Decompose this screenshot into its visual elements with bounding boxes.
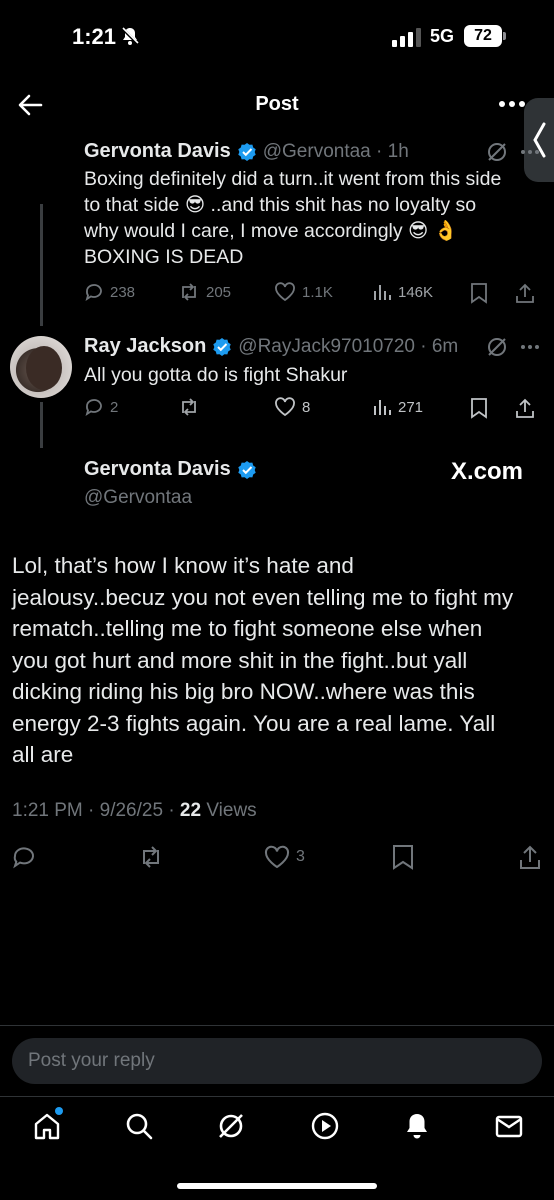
battery-tip: [503, 32, 506, 40]
tweet-line: you got hurt and more shit in the fight.…: [12, 647, 468, 673]
tweet-line: Boxing definitely did a turn..it went fr…: [84, 168, 502, 190]
network-type: 5G: [430, 26, 455, 46]
reply-icon[interactable]: [12, 845, 36, 869]
tweet-line: All you gotta do is fight Shakur: [84, 364, 348, 386]
repost-icon[interactable]: [138, 845, 164, 869]
bookmark-icon[interactable]: [470, 397, 488, 419]
repost-icon: [182, 283, 196, 301]
share-icon[interactable]: [518, 844, 542, 870]
home-icon[interactable]: [32, 1111, 62, 1141]
tweet-more-icon[interactable]: [520, 343, 540, 351]
bottom-tab-bar: [0, 1096, 554, 1200]
thread-line-top: [40, 204, 43, 326]
tweet-actions: 2 8 271: [84, 397, 544, 421]
tweet-line: all are: [12, 742, 74, 767]
tweet-actions: 238 205 1.1K 146K: [84, 282, 544, 306]
tweet-line: Lol, that’s how I know it’s hate and: [12, 553, 354, 578]
repost-button[interactable]: 205: [178, 282, 231, 302]
main-tweet-text: Lol, that’s how I know it’s hate and jea…: [12, 550, 542, 771]
bell-icon[interactable]: [402, 1111, 432, 1141]
views-button[interactable]: 271: [372, 397, 423, 417]
analytics-icon: [374, 400, 391, 415]
tweet-line: jealousy..becuz you not even telling me …: [12, 584, 514, 610]
tweet-text: All you gotta do is fight Shakur: [84, 362, 524, 388]
tweet-timestamp: 1:21 PM · 9/26/25 ·: [12, 800, 180, 821]
more-options-icon[interactable]: [498, 94, 526, 114]
reply-icon: [85, 284, 102, 302]
tweet-more-icon[interactable]: [520, 148, 540, 156]
author-name[interactable]: Ray Jackson: [84, 335, 206, 358]
post-header: Post: [0, 74, 554, 134]
verified-badge-icon: [213, 337, 231, 356]
x-watermark: X.com: [451, 458, 524, 485]
tweet-line: why would I care, I move accordingly 😎 👌: [84, 220, 459, 242]
bell-slash-icon: [120, 26, 140, 46]
reply-button[interactable]: 238: [84, 282, 135, 302]
views-count[interactable]: 22: [180, 800, 201, 821]
heart-icon: [275, 282, 295, 302]
mail-icon[interactable]: [494, 1111, 524, 1141]
thread-line-middle: [40, 402, 43, 448]
heart-icon: [275, 397, 295, 417]
tweet-line: rematch..telling me to fight someone els…: [12, 616, 483, 641]
author-handle[interactable]: @Gervontaa · 1h: [263, 141, 409, 163]
notification-dot: [55, 1107, 63, 1115]
grok-icon[interactable]: [216, 1111, 246, 1141]
tweet-line: dicking riding his big bro NOW..where wa…: [12, 679, 475, 704]
home-indicator: [177, 1183, 377, 1189]
share-icon[interactable]: [514, 282, 536, 304]
reply-icon: [85, 399, 102, 417]
like-count: 8: [302, 398, 311, 416]
repost-button[interactable]: [178, 397, 206, 417]
tweet-line: BOXING IS DEAD: [84, 246, 244, 268]
reply-count: 2: [110, 398, 119, 416]
grok-icon[interactable]: [486, 141, 508, 163]
status-bar: 1:21 5G 72: [0, 0, 554, 74]
bookmark-icon[interactable]: [470, 282, 488, 304]
tweet-text: Boxing definitely did a turn..it went fr…: [84, 166, 524, 270]
main-tweet-header: Gervonta Davis @Gervontaa: [84, 458, 263, 509]
bookmark-icon[interactable]: [392, 844, 414, 870]
reply-input[interactable]: Post your reply: [12, 1038, 542, 1084]
like-button[interactable]: 3: [264, 845, 305, 869]
tweet-header: Ray Jackson @RayJack97010720 · 6m: [84, 335, 458, 358]
share-icon[interactable]: [514, 397, 536, 419]
reply-button[interactable]: 2: [84, 397, 118, 417]
reply-count: 238: [110, 283, 136, 301]
search-icon[interactable]: [124, 1111, 154, 1141]
battery-level: 72: [464, 25, 502, 47]
repost-icon: [182, 398, 196, 416]
views-count: 271: [398, 398, 424, 416]
tweet-line: energy 2-3 fights again. You are a real …: [12, 710, 496, 736]
tweet-meta: 1:21 PM · 9/26/25 · 22 Views: [12, 800, 257, 822]
repost-count: 205: [206, 283, 232, 301]
grok-icon[interactable]: [486, 336, 508, 358]
verified-badge-icon: [238, 460, 256, 479]
analytics-icon: [374, 285, 391, 300]
like-count: 3: [296, 848, 305, 865]
avatar[interactable]: [10, 336, 72, 398]
author-name[interactable]: Gervonta Davis: [84, 140, 231, 163]
main-tweet-actions: 3: [12, 843, 542, 871]
views-label: Views: [201, 800, 257, 821]
like-count: 1.1K: [302, 283, 333, 301]
views-count: 146K: [398, 283, 434, 301]
tweet-line: to that side 😎 ..and this shit has no lo…: [84, 194, 477, 216]
views-button[interactable]: 146K: [372, 282, 433, 302]
play-icon[interactable]: [310, 1111, 340, 1141]
tweet-header: Gervonta Davis @Gervontaa · 1h: [84, 140, 409, 163]
status-time: 1:21: [72, 24, 117, 49]
like-button[interactable]: 1.1K: [274, 282, 333, 302]
side-panel-handle[interactable]: [524, 98, 554, 182]
page-title: Post: [255, 93, 299, 115]
author-handle[interactable]: @Gervontaa: [84, 487, 263, 509]
like-button[interactable]: 8: [274, 397, 310, 417]
signal-icon: [392, 28, 421, 47]
verified-badge-icon: [238, 142, 256, 161]
author-handle[interactable]: @RayJack97010720 · 6m: [238, 336, 458, 358]
author-name[interactable]: Gervonta Davis: [84, 458, 231, 481]
reply-bar: Post your reply: [0, 1025, 554, 1095]
heart-icon: [264, 845, 290, 869]
